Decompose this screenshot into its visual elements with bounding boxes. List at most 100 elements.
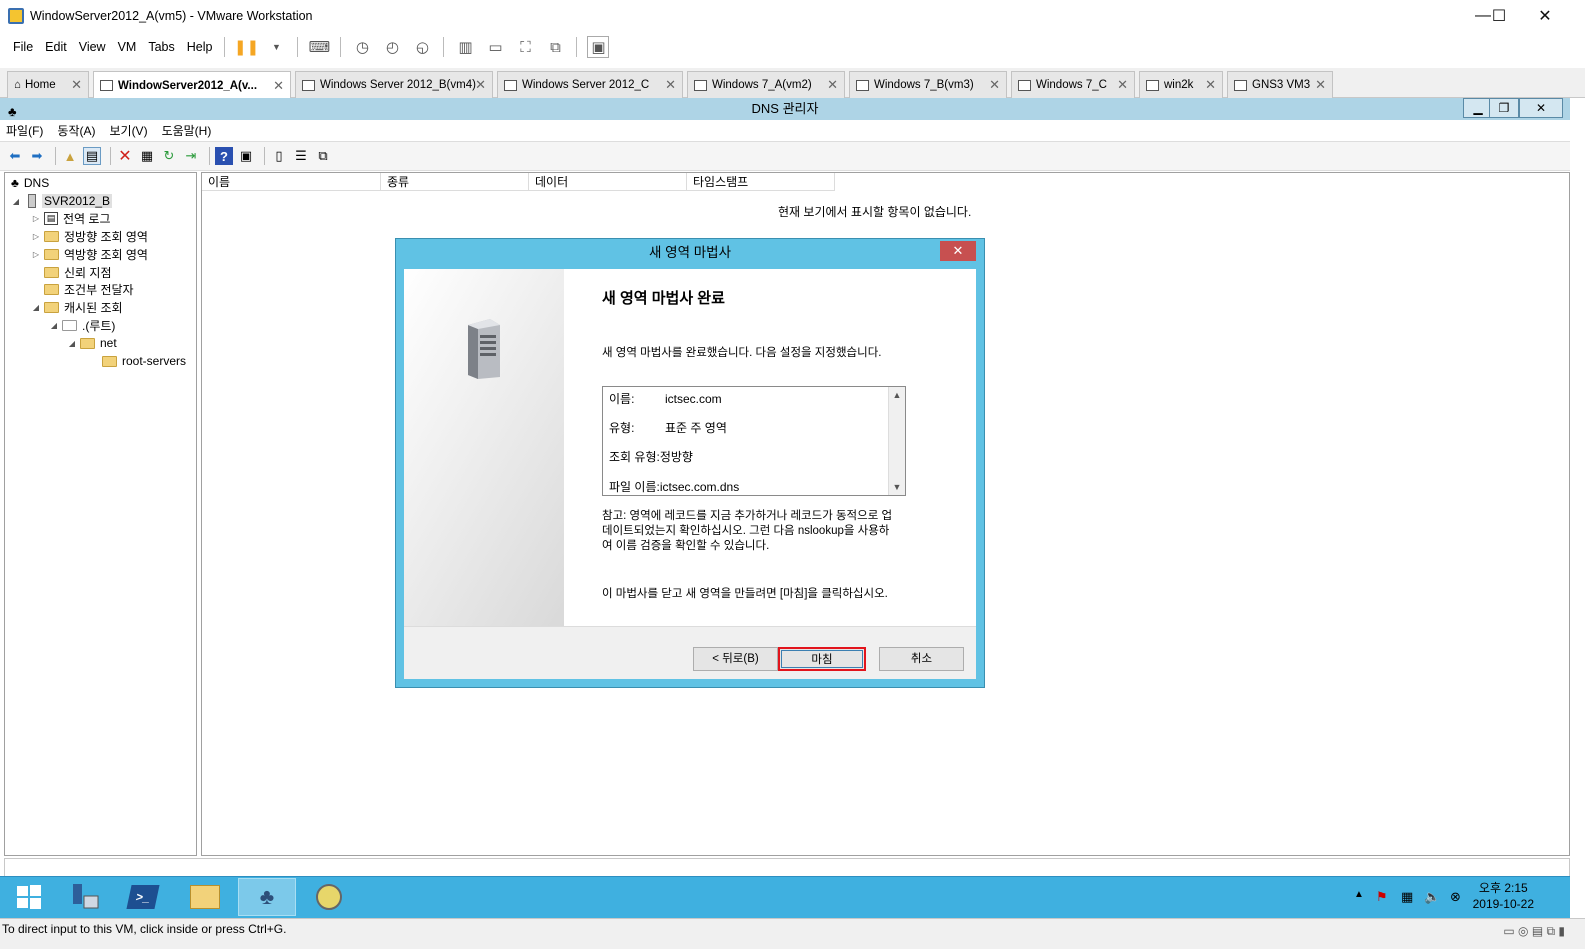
tree-item-trust-points[interactable]: 신뢰 지점: [31, 263, 112, 281]
pause-icon[interactable]: ❚❚: [234, 36, 259, 58]
column-header-type[interactable]: 종류: [381, 173, 529, 191]
close-icon[interactable]: ✕: [1315, 77, 1326, 93]
tab-windowserver2012-a[interactable]: WindowServer2012_A(v... ✕: [93, 71, 291, 99]
list-icon[interactable]: ☰: [292, 147, 310, 165]
snapshot-icon[interactable]: ◷: [351, 36, 373, 58]
close-circle-icon[interactable]: ⊗: [1450, 889, 1461, 905]
expanded-icon[interactable]: ◢: [49, 321, 59, 330]
taskbar-server-manager[interactable]: [56, 878, 114, 916]
server-icon[interactable]: ▯: [270, 147, 288, 165]
taskbar-powershell[interactable]: >_: [114, 878, 172, 916]
wizard-close-button[interactable]: ✕: [940, 241, 976, 261]
tab-windows-7-a[interactable]: Windows 7_A(vm2) ✕: [687, 71, 845, 98]
back-button[interactable]: < 뒤로(B): [693, 647, 778, 671]
collapsed-icon[interactable]: ▷: [31, 232, 41, 241]
column-header-timestamp[interactable]: 타임스탬프: [687, 173, 835, 191]
close-icon[interactable]: ✕: [71, 77, 82, 93]
refresh-icon[interactable]: ↻: [160, 147, 178, 165]
menu-file[interactable]: File: [7, 40, 39, 54]
collapsed-icon[interactable]: ▷: [31, 214, 41, 223]
taskbar-clock[interactable]: 오후 2:15 2019-10-22: [1473, 880, 1534, 912]
menu-help[interactable]: Help: [181, 40, 219, 54]
expanded-icon[interactable]: ◢: [67, 339, 77, 348]
maximize-button[interactable]: ☐: [1476, 0, 1522, 32]
up-folder-icon[interactable]: ▲: [61, 147, 79, 165]
close-icon[interactable]: ✕: [989, 77, 1000, 93]
wizard-summary-box[interactable]: 이름: ictsec.com 유형: 표준 주 영역 조회 유형:정방향 파일 이름…: [602, 386, 906, 496]
tree-item-net[interactable]: ◢ net: [67, 334, 117, 352]
dns-close-button[interactable]: ✕: [1519, 98, 1563, 118]
tab-gns3-vm3[interactable]: GNS3 VM3 ✕: [1227, 71, 1333, 98]
snapshot-manager-icon[interactable]: ◵: [411, 36, 433, 58]
tree-item-global-log[interactable]: ▷ ▤ 전역 로그: [31, 209, 111, 227]
finish-button[interactable]: 마침: [778, 647, 866, 671]
menu-vm[interactable]: VM: [112, 40, 143, 54]
close-icon[interactable]: ✕: [665, 77, 676, 93]
close-icon[interactable]: ✕: [475, 77, 486, 93]
summary-scrollbar[interactable]: ▲ ▼: [888, 387, 905, 495]
back-arrow-icon[interactable]: ⬅: [6, 147, 24, 165]
collapsed-icon[interactable]: ▷: [31, 250, 41, 259]
thumbnail-view-icon[interactable]: ▭: [484, 36, 506, 58]
action-center-icon[interactable]: ⚑: [1376, 889, 1388, 905]
tree-item-root[interactable]: ◢ .(루트): [49, 316, 116, 334]
tab-windows-7-c[interactable]: Windows 7_C ✕: [1011, 71, 1135, 98]
dns-menu-help[interactable]: 도움말(H): [162, 122, 212, 139]
library-view-icon[interactable]: ▥: [454, 36, 476, 58]
tree-item-root-servers[interactable]: root-servers: [89, 352, 186, 370]
menu-edit[interactable]: Edit: [39, 40, 73, 54]
tree-item-forward-lookup[interactable]: ▷ 정방향 조회 영역: [31, 227, 148, 245]
tab-windows-server-2012-b[interactable]: Windows Server 2012_B(vm4) ✕: [295, 71, 493, 98]
action-pane-icon[interactable]: ▣: [237, 147, 255, 165]
dns-menu-file[interactable]: 파일(F): [6, 122, 43, 139]
device-icons[interactable]: ▭ ◎ ▤ ⧉ ▮: [1503, 921, 1565, 941]
dns-menu-view[interactable]: 보기(V): [109, 122, 147, 139]
scroll-down-icon[interactable]: ▼: [891, 481, 903, 493]
tab-win2k[interactable]: win2k ✕: [1139, 71, 1223, 98]
send-keys-icon[interactable]: ⌨: [308, 36, 331, 58]
tree-item-conditional-forwarders[interactable]: 조건부 전달자: [31, 280, 134, 298]
taskbar-dns-manager[interactable]: ♣: [238, 878, 296, 916]
dns-restore-button[interactable]: ❐: [1489, 98, 1519, 118]
show-tree-icon[interactable]: ▤: [83, 147, 101, 165]
tree-item-cached-lookups[interactable]: ◢ 캐시된 조회: [31, 298, 123, 316]
volume-icon[interactable]: 🔈: [1424, 889, 1440, 905]
tree-node-dns[interactable]: ♣ DNS: [11, 174, 49, 192]
properties-icon[interactable]: ▦: [138, 147, 156, 165]
scroll-up-icon[interactable]: ▲: [891, 389, 903, 401]
dns-menu-action[interactable]: 동작(A): [57, 122, 95, 139]
close-icon[interactable]: ✕: [1205, 77, 1216, 93]
full-screen-icon[interactable]: ⛶: [514, 36, 536, 58]
taskbar-app[interactable]: [300, 878, 358, 916]
cancel-button[interactable]: 취소: [879, 647, 964, 671]
tree-node-server[interactable]: ◢ SVR2012_B: [11, 192, 113, 210]
column-header-name[interactable]: 이름: [202, 173, 381, 191]
close-icon[interactable]: ✕: [1117, 77, 1128, 93]
network-icon[interactable]: ▦: [1401, 889, 1413, 905]
export-list-icon[interactable]: ⇥: [182, 147, 200, 165]
menu-tabs[interactable]: Tabs: [142, 40, 180, 54]
start-button[interactable]: [0, 878, 58, 916]
tab-windows-7-b[interactable]: Windows 7_B(vm3) ✕: [849, 71, 1007, 98]
tray-expand-icon[interactable]: ▲: [1354, 889, 1364, 900]
tree-item-reverse-lookup[interactable]: ▷ 역방향 조회 영역: [31, 245, 148, 263]
zone-icon[interactable]: ⧉: [314, 147, 332, 165]
close-button[interactable]: ✕: [1522, 0, 1568, 32]
help-icon[interactable]: ?: [215, 147, 233, 165]
console-view-icon[interactable]: ▣: [587, 36, 610, 58]
tab-windows-server-2012-c[interactable]: Windows Server 2012_C ✕: [497, 71, 683, 98]
tab-home[interactable]: ⌂ Home ✕: [7, 71, 89, 98]
revert-snapshot-icon[interactable]: ◴: [381, 36, 403, 58]
close-icon[interactable]: ✕: [827, 77, 838, 93]
forward-arrow-icon[interactable]: ➡: [28, 147, 46, 165]
column-header-data[interactable]: 데이터: [529, 173, 687, 191]
pause-dropdown-icon[interactable]: ▼: [265, 36, 287, 58]
delete-icon[interactable]: ✕: [116, 147, 134, 165]
menu-view[interactable]: View: [73, 40, 112, 54]
taskbar-file-explorer[interactable]: [176, 878, 234, 916]
vm-guest-screen[interactable]: ♣ DNS 관리자 ▁ ❐ ✕ 파일(F) 동작(A) 보기(V) 도움말(H)…: [0, 98, 1585, 918]
expanded-icon[interactable]: ◢: [31, 303, 41, 312]
close-icon[interactable]: ✕: [273, 78, 284, 94]
expanded-icon[interactable]: ◢: [11, 197, 21, 206]
unity-icon[interactable]: ⧉: [544, 36, 566, 58]
